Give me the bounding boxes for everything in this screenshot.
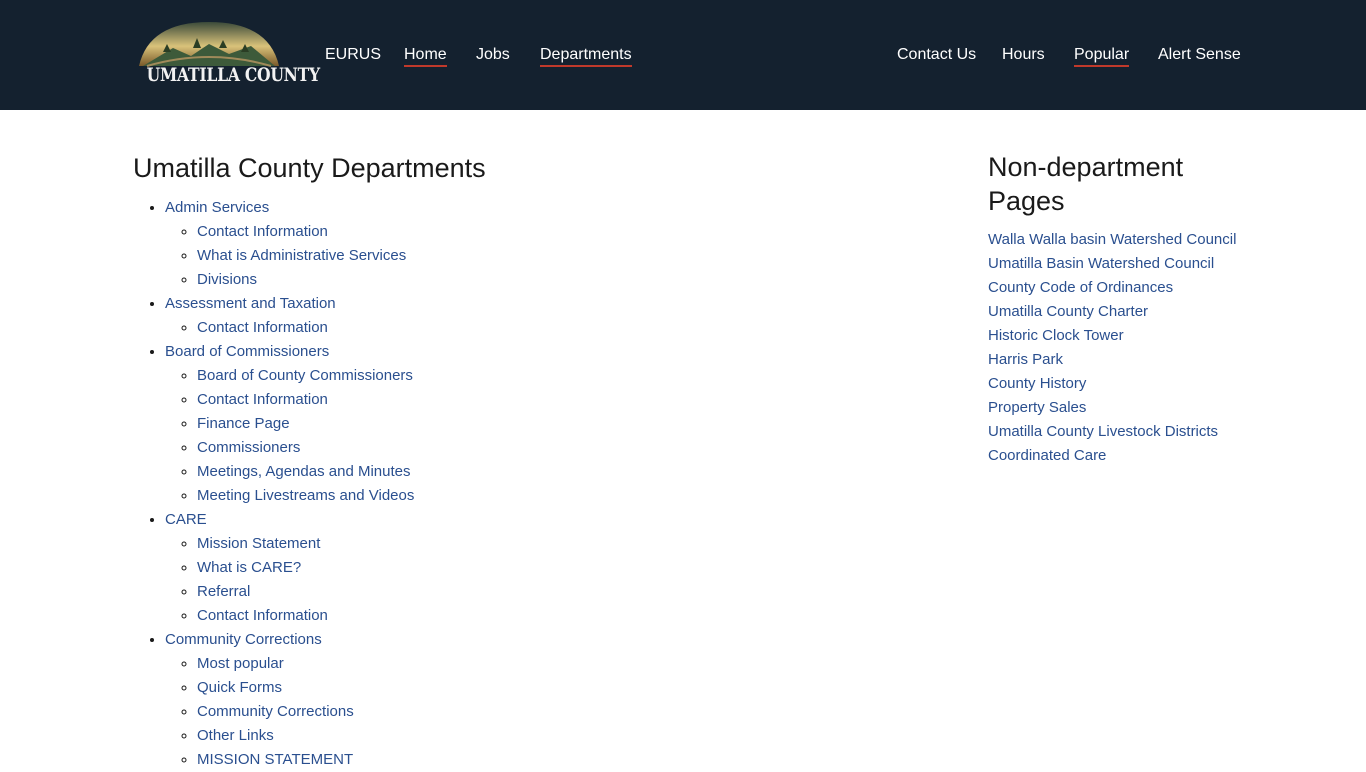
sub-item: What is CARE? bbox=[197, 556, 833, 580]
nav-jobs[interactable]: Jobs bbox=[476, 45, 510, 65]
department-sublist: Contact Information What is Administrati… bbox=[165, 220, 833, 292]
sidebar-item: County Code of Ordinances bbox=[988, 276, 1248, 300]
sub-item: Other Links bbox=[197, 724, 833, 748]
department-sublist: Contact Information bbox=[165, 316, 833, 340]
nav-popular[interactable]: Popular bbox=[1074, 45, 1130, 67]
department-item: Admin Services Contact Information What … bbox=[165, 196, 833, 292]
sidebar-link[interactable]: Umatilla Basin Watershed Council bbox=[988, 255, 1214, 272]
sub-link[interactable]: Most popular bbox=[197, 655, 284, 672]
umatilla-county-logo[interactable]: UMATILLA COUNTY bbox=[133, 18, 320, 94]
sub-item: Divisions bbox=[197, 268, 833, 292]
nav-departments[interactable]: Departments bbox=[540, 45, 632, 67]
sidebar-item: Property Sales bbox=[988, 396, 1248, 420]
sub-item: Meetings, Agendas and Minutes bbox=[197, 460, 833, 484]
sidebar-item: Historic Clock Tower bbox=[988, 324, 1248, 348]
sub-link[interactable]: Referral bbox=[197, 583, 250, 600]
department-link[interactable]: Admin Services bbox=[165, 199, 269, 216]
sub-link[interactable]: What is Administrative Services bbox=[197, 247, 406, 264]
sidebar-item: Umatilla County Charter bbox=[988, 300, 1248, 324]
logo-text: UMATILLA COUNTY bbox=[146, 64, 320, 86]
sub-link[interactable]: Contact Information bbox=[197, 319, 328, 336]
sidebar-title: Non-department Pages bbox=[988, 152, 1184, 216]
sub-item: Quick Forms bbox=[197, 676, 833, 700]
sub-item: Finance Page bbox=[197, 412, 833, 436]
non-department-sidebar: Non-department Pages Walla Walla basin W… bbox=[988, 150, 1248, 468]
nav-alert-sense[interactable]: Alert Sense bbox=[1158, 45, 1241, 65]
sidebar-link[interactable]: Harris Park bbox=[988, 351, 1063, 368]
sub-link[interactable]: Quick Forms bbox=[197, 679, 282, 696]
sub-link[interactable]: Mission Statement bbox=[197, 535, 320, 552]
sidebar-item: County History bbox=[988, 372, 1248, 396]
sub-link[interactable]: Contact Information bbox=[197, 607, 328, 624]
department-link[interactable]: Community Corrections bbox=[165, 631, 322, 648]
sidebar-item: Umatilla Basin Watershed Council bbox=[988, 252, 1248, 276]
sidebar-link[interactable]: Property Sales bbox=[988, 399, 1086, 416]
department-item: Board of Commissioners Board of County C… bbox=[165, 340, 833, 508]
nav-contact-us[interactable]: Contact Us bbox=[897, 45, 976, 65]
sub-link[interactable]: Contact Information bbox=[197, 391, 328, 408]
sidebar-item: Coordinated Care bbox=[988, 444, 1248, 468]
nav-eurus[interactable]: EURUS bbox=[325, 45, 381, 65]
sub-link[interactable]: Other Links bbox=[197, 727, 274, 744]
sub-link[interactable]: Board of County Commissioners bbox=[197, 367, 413, 384]
department-link[interactable]: Assessment and Taxation bbox=[165, 295, 336, 312]
sub-item: Contact Information bbox=[197, 604, 833, 628]
departments-section: Umatilla County Departments Admin Servic… bbox=[133, 150, 833, 772]
sub-link[interactable]: Finance Page bbox=[197, 415, 290, 432]
sidebar-link[interactable]: Coordinated Care bbox=[988, 447, 1106, 464]
sidebar-link[interactable]: County History bbox=[988, 375, 1086, 392]
department-link[interactable]: Board of Commissioners bbox=[165, 343, 329, 360]
nav-hours[interactable]: Hours bbox=[1002, 45, 1045, 65]
sub-item: Most popular bbox=[197, 652, 833, 676]
sub-link[interactable]: Meeting Livestreams and Videos bbox=[197, 487, 414, 504]
sub-link[interactable]: What is CARE? bbox=[197, 559, 301, 576]
site-header: UMATILLA COUNTY EURUS Home Jobs Departme… bbox=[0, 0, 1366, 110]
sidebar-item: Umatilla County Livestock Districts bbox=[988, 420, 1248, 444]
department-list: Admin Services Contact Information What … bbox=[133, 196, 833, 772]
sub-item: What is Administrative Services bbox=[197, 244, 833, 268]
sub-link[interactable]: Meetings, Agendas and Minutes bbox=[197, 463, 410, 480]
sidebar-link[interactable]: Umatilla County Charter bbox=[988, 303, 1148, 320]
department-item: Assessment and Taxation Contact Informat… bbox=[165, 292, 833, 340]
sub-link[interactable]: Divisions bbox=[197, 271, 257, 288]
nav-home[interactable]: Home bbox=[404, 45, 447, 67]
sidebar-link-list: Walla Walla basin Watershed Council Umat… bbox=[988, 228, 1248, 468]
department-link[interactable]: CARE bbox=[165, 511, 207, 528]
department-sublist: Mission Statement What is CARE? Referral… bbox=[165, 532, 833, 628]
sub-link[interactable]: Contact Information bbox=[197, 223, 328, 240]
sidebar-link[interactable]: County Code of Ordinances bbox=[988, 279, 1173, 296]
sub-item: Board of County Commissioners bbox=[197, 364, 833, 388]
department-sublist: Most popular Quick Forms Community Corre… bbox=[165, 652, 833, 772]
sidebar-link[interactable]: Umatilla County Livestock Districts bbox=[988, 423, 1218, 440]
sub-item: Referral bbox=[197, 580, 833, 604]
department-sublist: Board of County Commissioners Contact In… bbox=[165, 364, 833, 508]
sidebar-item: Harris Park bbox=[988, 348, 1248, 372]
sub-item: Contact Information bbox=[197, 220, 833, 244]
sub-item: Community Corrections bbox=[197, 700, 833, 724]
department-item: CARE Mission Statement What is CARE? Ref… bbox=[165, 508, 833, 628]
sub-item: Contact Information bbox=[197, 316, 833, 340]
sub-item: Meeting Livestreams and Videos bbox=[197, 484, 833, 508]
page-title: Umatilla County Departments bbox=[133, 153, 486, 183]
department-item: Community Corrections Most popular Quick… bbox=[165, 628, 833, 772]
sidebar-item: Walla Walla basin Watershed Council bbox=[988, 228, 1248, 252]
sub-link[interactable]: Commissioners bbox=[197, 439, 300, 456]
sub-link[interactable]: MISSION STATEMENT bbox=[197, 751, 353, 768]
sub-item: Commissioners bbox=[197, 436, 833, 460]
sub-item: MISSION STATEMENT bbox=[197, 748, 833, 772]
sub-link[interactable]: Community Corrections bbox=[197, 703, 354, 720]
sub-item: Contact Information bbox=[197, 388, 833, 412]
sidebar-link[interactable]: Walla Walla basin Watershed Council bbox=[988, 231, 1236, 248]
sub-item: Mission Statement bbox=[197, 532, 833, 556]
sidebar-link[interactable]: Historic Clock Tower bbox=[988, 327, 1124, 344]
